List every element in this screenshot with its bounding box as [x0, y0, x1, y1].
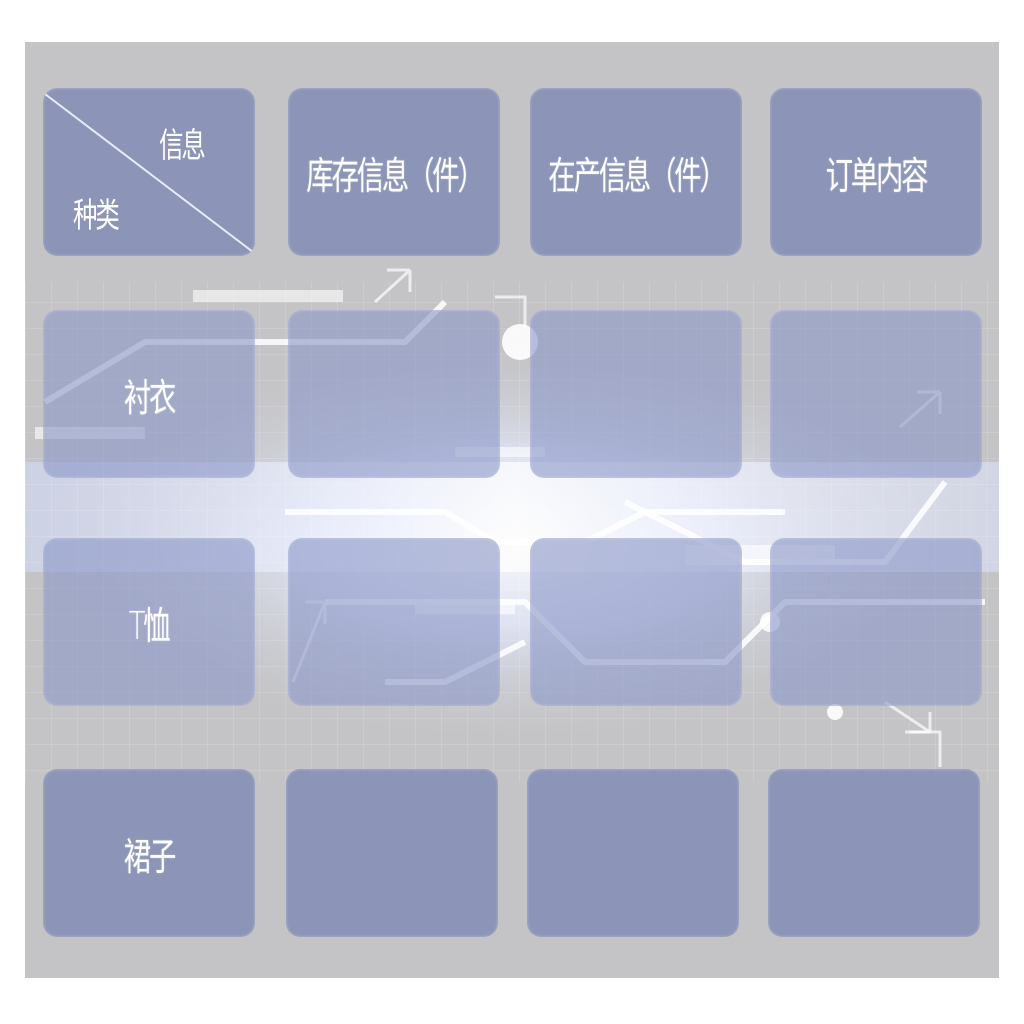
- data-cell[interactable]: [527, 769, 739, 937]
- info-table-panel: 信息 种类 库存信息（件） 在产信息（件） 订单内容 衬衣 T恤 裙子: [25, 42, 999, 978]
- row-label-cell: 衬衣: [43, 310, 255, 478]
- data-cell[interactable]: [770, 538, 982, 706]
- header-cell-in-production: 在产信息（件）: [530, 88, 742, 256]
- data-cell[interactable]: [530, 538, 742, 706]
- header-cell-inventory: 库存信息（件）: [288, 88, 500, 256]
- data-cell[interactable]: [286, 769, 498, 937]
- data-cell[interactable]: [768, 769, 980, 937]
- corner-category-label: 种类: [73, 196, 120, 236]
- row-label: 裙子: [123, 834, 177, 879]
- info-grid: 信息 种类 库存信息（件） 在产信息（件） 订单内容 衬衣 T恤 裙子: [25, 42, 999, 978]
- row-label: 衬衣: [123, 375, 177, 420]
- data-cell[interactable]: [288, 310, 500, 478]
- data-cell[interactable]: [530, 310, 742, 478]
- row-label-cell: T恤: [43, 538, 255, 706]
- data-cell[interactable]: [770, 310, 982, 478]
- data-cell[interactable]: [288, 538, 500, 706]
- corner-info-label: 信息: [159, 126, 206, 166]
- header-label: 在产信息（件）: [547, 153, 727, 198]
- header-cell-order-content: 订单内容: [770, 88, 982, 256]
- corner-header-cell: 信息 种类: [43, 88, 255, 256]
- row-label-cell: 裙子: [43, 769, 255, 937]
- row-label: T恤: [129, 603, 171, 648]
- header-label: 订单内容: [825, 153, 929, 198]
- header-label: 库存信息（件）: [305, 153, 485, 198]
